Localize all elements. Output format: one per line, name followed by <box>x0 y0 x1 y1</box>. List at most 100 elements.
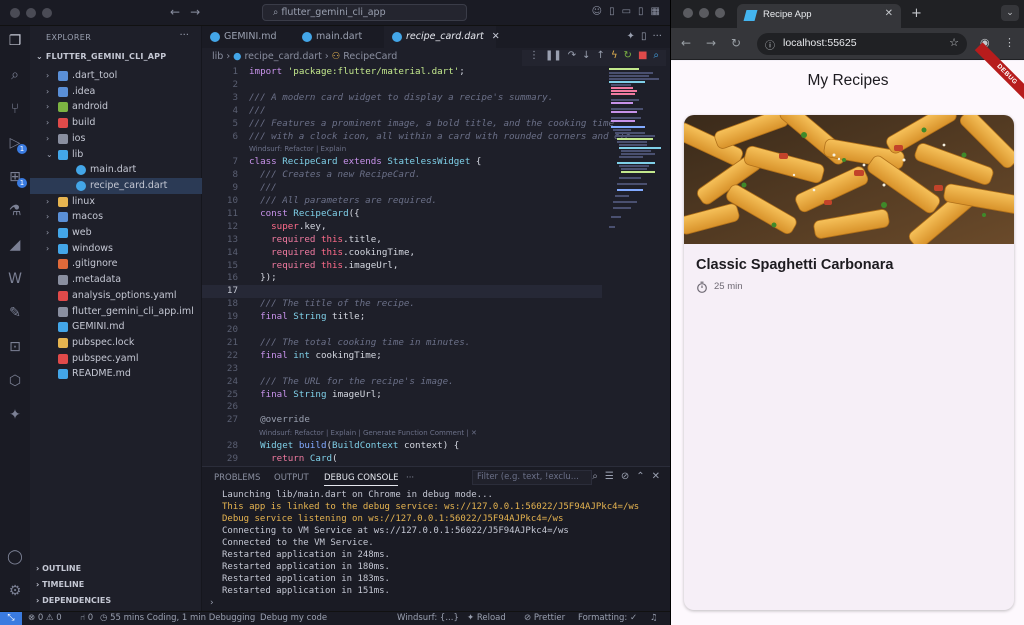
minimize-window-button[interactable] <box>699 8 709 18</box>
tree-item[interactable]: › ios <box>30 131 202 147</box>
outline-section[interactable]: › OUTLINE <box>36 564 81 573</box>
tree-item[interactable]: GEMINI.md <box>30 319 202 335</box>
code-editor[interactable]: 1 import 'package:flutter/material.dart';… <box>202 66 631 466</box>
close-window-button[interactable] <box>683 8 693 18</box>
word-wrap-icon[interactable]: ☰ <box>605 471 614 482</box>
tree-item[interactable]: ⌄ lib <box>30 147 202 163</box>
tree-item[interactable]: pubspec.lock <box>30 335 202 351</box>
bookmark-star-icon[interactable]: ☆ <box>949 36 959 49</box>
close-icon[interactable]: ✕ <box>492 31 500 42</box>
filter-icon[interactable]: ⌕ <box>592 471 598 482</box>
reload-status[interactable]: ✦ Reload <box>467 612 506 625</box>
code-lens[interactable]: Windsurf: Refactor | Explain <box>202 143 602 156</box>
back-arrow-icon[interactable]: ← <box>170 5 180 19</box>
layout-panel-icon[interactable]: ▭ <box>622 6 631 17</box>
console-input-prompt[interactable]: › <box>210 598 214 608</box>
pen-icon[interactable]: ✎ <box>6 304 24 322</box>
tree-item[interactable]: flutter_gemini_cli_app.iml <box>30 304 202 320</box>
restart-icon[interactable]: ↻ <box>624 50 632 61</box>
code-lens[interactable]: Windsurf: Refactor | Explain | Generate … <box>202 427 602 440</box>
testing-icon[interactable]: ⚗ <box>6 202 24 220</box>
chevron-up-icon[interactable]: ⌃ <box>636 471 644 482</box>
gear-icon[interactable]: ⚙ <box>6 582 24 600</box>
step-into-icon[interactable]: ↓ <box>582 50 590 61</box>
browser-tab[interactable]: Recipe App ✕ <box>737 4 901 28</box>
account-icon[interactable]: ◯ <box>6 548 24 566</box>
clear-console-icon[interactable]: ⊘ <box>621 471 629 482</box>
timeline-section[interactable]: › TIMELINE <box>36 580 84 589</box>
tree-item[interactable]: pubspec.yaml <box>30 351 202 367</box>
more-panels-icon[interactable]: ··· <box>406 473 414 483</box>
tree-item[interactable]: analysis_options.yaml <box>30 288 202 304</box>
command-center-search[interactable]: ⌕ flutter_gemini_cli_app <box>262 4 467 21</box>
tree-item[interactable]: .gitignore <box>30 256 202 272</box>
back-arrow-icon[interactable]: ← <box>681 36 691 50</box>
copilot-icon[interactable]: ☺ <box>592 6 602 17</box>
dependencies-section[interactable]: › DEPENDENCIES <box>36 596 111 605</box>
sparkle-icon[interactable]: ✦ <box>627 31 635 42</box>
tab-gemini-md[interactable]: GEMINI.md <box>202 26 292 48</box>
tree-item[interactable]: README.md <box>30 366 202 382</box>
tab-debug-console[interactable]: DEBUG CONSOLE <box>324 473 399 486</box>
gemini-icon[interactable]: ✦ <box>6 406 24 424</box>
remote-explorer-icon[interactable]: ⊡ <box>6 338 24 356</box>
remote-indicator[interactable]: ⤡ <box>0 612 22 625</box>
step-out-icon[interactable]: ↑ <box>597 50 605 61</box>
address-bar[interactable]: ⓘ localhost:55625 ☆ <box>757 33 967 55</box>
stop-icon[interactable]: ■ <box>638 50 647 61</box>
maximize-window-button[interactable] <box>42 8 52 18</box>
close-icon[interactable]: ✕ <box>885 8 893 19</box>
python-icon[interactable]: ⬡ <box>6 372 24 390</box>
tab-output[interactable]: OUTPUT <box>274 473 309 483</box>
project-root[interactable]: ⌄ FLUTTER_GEMINI_CLI_APP <box>36 52 166 61</box>
more-actions-icon[interactable]: ··· <box>652 31 662 42</box>
recipe-card[interactable]: Classic Spaghetti Carbonara 25 min <box>684 115 1014 610</box>
reload-icon[interactable]: ↻ <box>731 36 741 50</box>
hot-reload-icon[interactable]: ϟ <box>611 50 618 61</box>
minimize-window-button[interactable] <box>26 8 36 18</box>
minimap[interactable] <box>607 66 667 246</box>
kebab-menu-icon[interactable]: ⋮ <box>1004 36 1015 49</box>
tree-item[interactable]: › android <box>30 99 202 115</box>
tree-item[interactable]: › windows <box>30 241 202 257</box>
source-control-icon[interactable]: ⑂ <box>6 100 24 118</box>
tab-search-button[interactable]: ⌄ <box>1001 5 1019 21</box>
maximize-window-button[interactable] <box>715 8 725 18</box>
windsurf-status[interactable]: Windsurf: {...} <box>397 612 459 625</box>
coding-time-status[interactable]: ◷ 55 mins Coding, 1 min Debugging <box>100 612 255 625</box>
flutter-icon[interactable]: ◢ <box>6 236 24 254</box>
close-icon[interactable]: ✕ <box>652 471 660 482</box>
problems-status[interactable]: ⊗ 0 ⚠ 0 <box>28 612 62 625</box>
forward-arrow-icon[interactable]: → <box>190 5 200 19</box>
tree-item[interactable]: › linux <box>30 194 202 210</box>
tree-item[interactable]: recipe_card.dart <box>30 177 202 194</box>
explorer-icon[interactable]: ❐ <box>6 32 24 50</box>
breadcrumb-file[interactable]: recipe_card.dart <box>244 51 321 62</box>
tree-item[interactable]: › .idea <box>30 84 202 100</box>
close-window-button[interactable] <box>10 8 20 18</box>
forward-arrow-icon[interactable]: → <box>706 36 716 50</box>
prettier-status[interactable]: ⊘ Prettier <box>524 612 565 625</box>
split-editor-icon[interactable]: ▯ <box>641 31 647 42</box>
formatting-status[interactable]: Formatting: ✓ <box>578 612 637 625</box>
new-tab-button[interactable]: + <box>911 6 922 21</box>
tab-problems[interactable]: PROBLEMS <box>214 473 260 483</box>
tab-recipe-card-dart[interactable]: recipe_card.dart ✕ <box>384 26 500 48</box>
console-filter-input[interactable]: Filter (e.g. text, !exclu... <box>472 470 592 485</box>
tree-item[interactable]: main.dart <box>30 162 202 178</box>
customize-layout-icon[interactable]: ▦ <box>651 6 660 17</box>
search-icon[interactable]: ⌕ <box>6 66 24 84</box>
more-actions-icon[interactable]: ··· <box>179 30 189 41</box>
run-debug-icon[interactable]: ▷ 1 <box>6 134 27 154</box>
devtools-icon[interactable]: ⌕ <box>653 50 659 61</box>
tree-item[interactable]: › macos <box>30 209 202 225</box>
site-info-icon[interactable]: ⓘ <box>765 37 775 52</box>
layout-sidebar-left-icon[interactable]: ▯ <box>609 6 615 17</box>
drag-handle-icon[interactable]: ⋮ <box>529 50 539 61</box>
tree-item[interactable]: › web <box>30 225 202 241</box>
tree-item[interactable]: › build <box>30 115 202 131</box>
breadcrumb-lib[interactable]: lib <box>212 51 223 62</box>
step-over-icon[interactable]: ↷ <box>568 50 576 61</box>
layout-sidebar-right-icon[interactable]: ▯ <box>638 6 644 17</box>
tree-item[interactable]: .metadata <box>30 272 202 288</box>
